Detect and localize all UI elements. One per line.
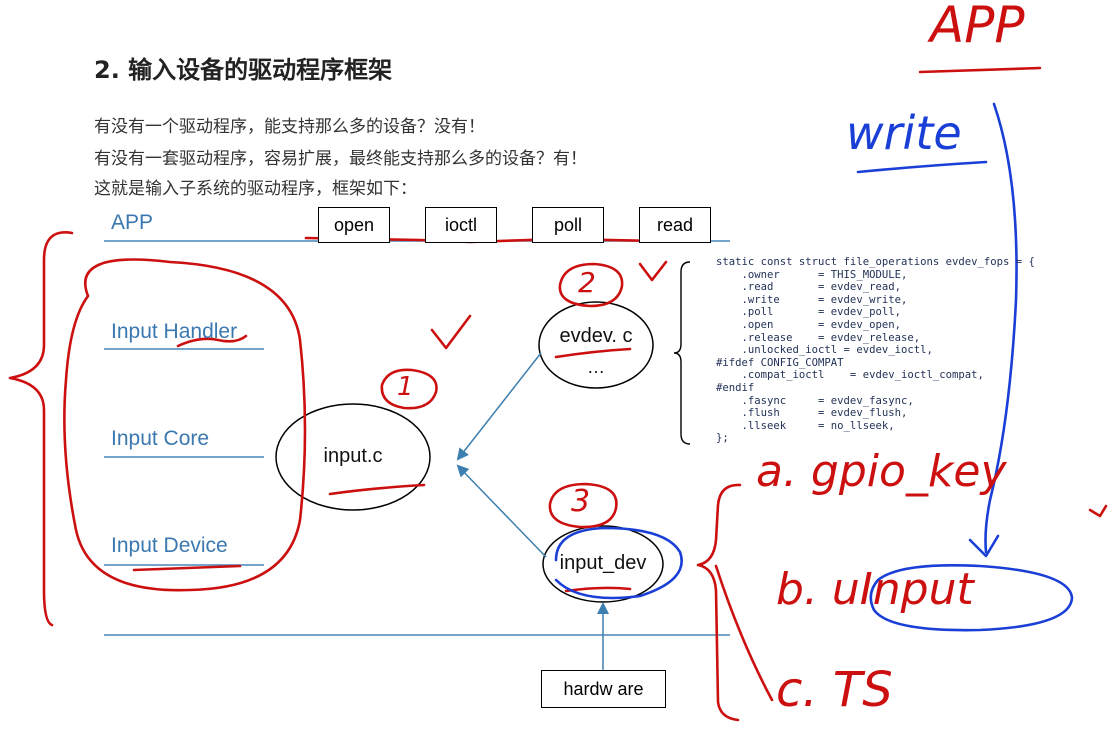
layer-input-handler: Input Handler (111, 320, 238, 343)
left-brace (8, 231, 74, 627)
check-2 (638, 260, 668, 282)
code-line: .write = evdev_write, (716, 293, 908, 306)
call-read-box: read (639, 207, 711, 243)
evdev-fops-code: static const struct file_operations evde… (716, 256, 1035, 445)
code-line: .unlocked_ioctl = evdev_ioctl, (716, 344, 933, 357)
call-ioctl-box: ioctl (425, 207, 497, 243)
handwritten-list-b: b. uInput (776, 564, 974, 615)
node-input-c: input.c (323, 445, 383, 467)
layer-input-device: Input Device (111, 534, 228, 557)
node-evdev-more: … (587, 357, 605, 377)
top-app-underline (918, 66, 1042, 74)
device-underline (132, 564, 242, 572)
code-line: .read = evdev_read, (716, 281, 901, 294)
input-dev-underline (564, 586, 632, 593)
handwritten-num-2: 2 (578, 266, 596, 299)
code-brace (673, 261, 691, 445)
call-poll-box: poll (532, 207, 604, 243)
handwritten-app: APP (930, 0, 1025, 54)
write-flow-arrowhead (968, 534, 1000, 558)
code-line: .llseek = no_llseek, (716, 419, 895, 432)
code-line: static const struct file_operations evde… (716, 256, 1035, 268)
write-underline (856, 160, 988, 174)
handwritten-write: write (846, 106, 962, 160)
layer-input-core: Input Core (111, 427, 210, 450)
handwritten-list-c: c. TS (776, 662, 893, 718)
node-input-dev: input_dev (559, 552, 647, 574)
code-line: .compat_ioctl = evdev_ioctl_compat, (716, 369, 984, 382)
right-brace (696, 483, 742, 722)
code-line: .release = evdev_release, (716, 331, 921, 344)
code-line: }; (716, 432, 729, 445)
code-line: #ifdef CONFIG_COMPAT (716, 356, 844, 369)
code-line: .open = evdev_open, (716, 318, 901, 331)
list-connector (714, 564, 774, 702)
check-1 (430, 314, 472, 350)
node-evdev-c: evdev. c (559, 325, 633, 347)
handwritten-num-3: 3 (571, 484, 591, 519)
evdev-underline (554, 347, 632, 359)
call-open-box: open (318, 207, 390, 243)
handwritten-list-a: a. gpio_key (756, 446, 1007, 497)
code-line: .flush = evdev_flush, (716, 407, 908, 420)
layer-app: APP (111, 211, 154, 234)
code-line: .poll = evdev_poll, (716, 306, 901, 319)
check-3 (1088, 504, 1108, 518)
code-line: #endif (716, 381, 755, 394)
code-line: .fasync = evdev_fasync, (716, 394, 914, 407)
hardware-box: hardw are (541, 670, 666, 708)
arrow-inputdev-to-input (456, 464, 547, 558)
code-line: .owner = THIS_MODULE, (716, 268, 908, 281)
handwritten-num-1: 1 (397, 372, 414, 402)
arrow-evdev-to-input (456, 352, 542, 461)
